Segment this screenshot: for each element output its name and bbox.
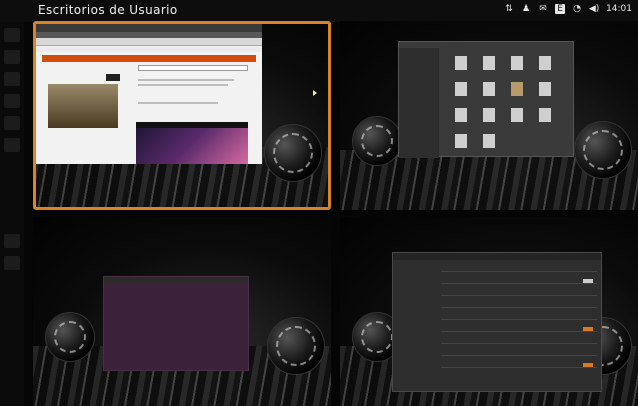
launcher-icon-terminal[interactable] [4,94,20,108]
workspace-1[interactable] [33,21,331,210]
file-icon [483,82,495,96]
browser-address-bar [36,38,262,46]
file-icon [455,134,467,148]
settings-row [441,283,597,284]
launcher-icon-settings[interactable] [4,116,20,130]
battery-icon[interactable]: ◔ [572,4,582,14]
file-icon [483,134,495,148]
workspace-2[interactable] [340,21,638,210]
system-tray: ⇅ ♟ ✉ E ◔ ◀) 14:01 [504,4,632,14]
settings-window-thumbnail[interactable] [392,252,602,392]
wallpaper-sphere [352,116,402,166]
settings-row [441,343,597,344]
file-icon [511,108,523,122]
settings-row [441,331,597,332]
wallpaper-sphere [264,124,322,182]
site-nav-bar [42,55,256,62]
file-manager-sidebar [399,48,439,158]
file-icon [455,82,467,96]
launcher-icon-home[interactable] [4,28,20,42]
terminal-window-thumbnail[interactable] [103,276,249,371]
workspace-3[interactable] [33,217,331,406]
volume-icon[interactable]: ◀) [589,4,599,14]
settings-value [583,327,593,331]
settings-row [441,295,597,296]
file-icon [455,108,467,122]
mail-icon[interactable]: ✉ [538,4,548,14]
settings-value [583,363,593,367]
site-button [106,74,120,81]
browser-titlebar [36,24,262,32]
workspace-4[interactable] [340,217,638,406]
user-icon[interactable]: ♟ [521,4,531,14]
site-text-line [138,102,218,104]
settings-row [441,271,597,272]
browser-window-thumbnail[interactable] [36,24,262,164]
settings-row [441,319,597,320]
file-icon [539,108,551,122]
site-headline-box [138,65,248,71]
launcher [0,22,24,406]
site-ad-image [48,84,118,128]
settings-row [441,367,597,368]
site-text-line [138,84,228,86]
terminal-titlebar [104,277,248,283]
browser-bookmarks-bar [36,46,262,52]
file-icon [511,56,523,70]
launcher-icon-files[interactable] [4,50,20,64]
settings-titlebar [393,253,601,260]
launcher-icon-trash[interactable] [4,256,20,270]
site-text-line [138,79,234,81]
launcher-icon-app[interactable] [4,138,20,152]
site-video-bar [136,122,248,128]
file-manager-window-thumbnail[interactable] [398,41,574,158]
file-icon [455,56,467,70]
workspace-switcher-title: Escritorios de Usuario [38,3,178,17]
keyboard-icon[interactable]: E [555,4,566,14]
network-icon[interactable]: ⇅ [504,4,514,14]
settings-row [441,307,597,308]
clock[interactable]: 14:01 [606,4,632,14]
launcher-icon-workspaces[interactable] [4,234,20,248]
file-icon [483,56,495,70]
top-panel: Escritorios de Usuario ⇅ ♟ ✉ E ◔ ◀) 14:0… [0,0,638,22]
mouse-cursor [313,90,317,96]
file-icon [539,82,551,96]
wallpaper-sphere [574,121,632,179]
file-icon [539,56,551,70]
settings-value [583,279,593,283]
file-icon [483,108,495,122]
file-icon [511,82,523,96]
settings-row [441,355,597,356]
wallpaper-sphere [45,312,95,362]
wallpaper-sphere [267,317,325,375]
launcher-icon-browser[interactable] [4,72,20,86]
site-video-thumbnail [136,122,248,164]
